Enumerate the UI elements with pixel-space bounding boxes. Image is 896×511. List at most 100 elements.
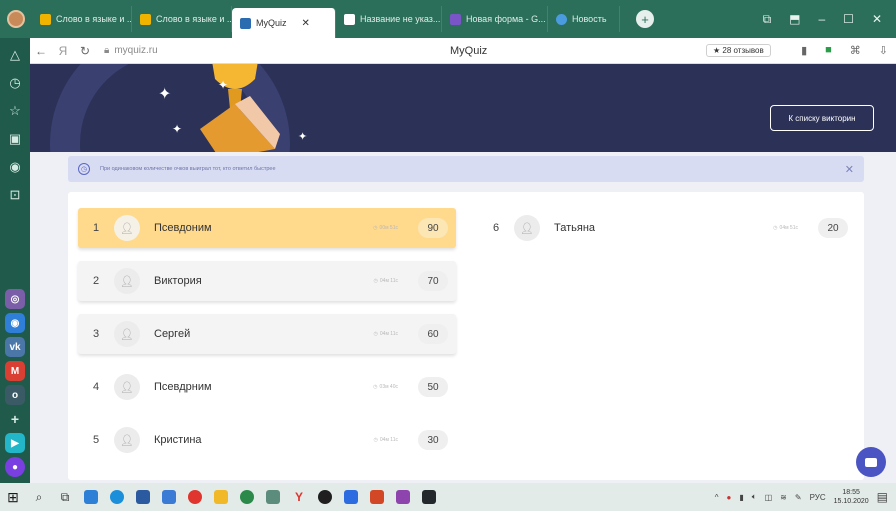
yandex-logo-icon[interactable]: Я (52, 44, 74, 58)
bookmarks-icon[interactable]: ☆ (4, 100, 26, 122)
pen-icon[interactable]: ✎ (795, 493, 802, 502)
clock-icon: ◷ (373, 331, 378, 337)
close-window-icon[interactable]: ✕ (872, 12, 882, 26)
close-tab-icon[interactable]: ✕ (302, 18, 310, 29)
leaderboard-row: 5 👤︎ Кристина ◷ 04м 11с 30 (78, 420, 456, 460)
bookmark-icon[interactable]: ▮ (801, 44, 807, 57)
profile-avatar[interactable] (0, 0, 32, 38)
taskbar-app-icon[interactable] (338, 483, 364, 511)
rank: 6 (492, 222, 500, 234)
browser-tab[interactable]: Слово в языке и ... (132, 6, 232, 32)
instagram-icon[interactable]: ◎ (5, 289, 25, 309)
odnoklassniki-icon[interactable]: o (5, 385, 25, 405)
add-app-icon[interactable]: + (5, 409, 25, 429)
favicon-icon (450, 13, 461, 25)
language-indicator[interactable]: РУС (810, 493, 826, 502)
taskbar-app-icon[interactable] (182, 483, 208, 511)
sparkle-icon: ✦ (218, 78, 229, 92)
favicon-icon (344, 13, 355, 25)
taskbar: ⊞ ⌕ ⧉ Y ^ ● ▮ 🔈︎ ◫ ≋ ✎ РУС 18:55 15.10.2… (0, 483, 896, 511)
time-taken: ◷ 04м 51с (773, 225, 798, 231)
taskbar-app-icon[interactable] (312, 483, 338, 511)
wifi-icon[interactable]: ≋ (780, 493, 787, 502)
browser-tab[interactable]: Название не указ... (336, 6, 442, 32)
tab-label: Название не указ... (360, 14, 441, 24)
taskbar-app-icon[interactable] (416, 483, 442, 511)
tabs-menu-icon[interactable]: ⧉ (763, 12, 772, 27)
lock-icon: 🔒︎ (104, 45, 110, 56)
windows-start-icon[interactable]: ⊞ (0, 483, 26, 511)
alerts-icon[interactable]: △ (4, 44, 26, 66)
back-arrow-icon[interactable]: ← (30, 44, 52, 58)
time-taken: ◷ 04м 11с (374, 437, 398, 443)
history-icon[interactable]: ◷ (4, 72, 26, 94)
extension-icon[interactable]: ■ (825, 44, 832, 57)
browser-tab[interactable]: Новая форма - G... (442, 6, 548, 32)
maximize-icon[interactable]: ☐ (843, 12, 854, 26)
reviews-badge[interactable]: ★ 28 отзывов (706, 44, 771, 57)
clock-icon: ◷ (373, 384, 378, 390)
participant-name: Псевдрним (154, 381, 212, 393)
user-icon: 👤︎ (114, 321, 140, 347)
minimize-icon[interactable]: – (818, 12, 825, 26)
collections-icon[interactable]: ▣ (4, 128, 26, 150)
task-view-icon[interactable]: ⧉ (52, 483, 78, 511)
taskbar-app-icon[interactable] (234, 483, 260, 511)
clock[interactable]: 18:55 15.10.2020 (834, 488, 869, 506)
download-icon[interactable]: ⇩ (879, 44, 888, 57)
time-text: 04м 51с (779, 225, 798, 231)
tray-app-icon[interactable]: ● (727, 493, 732, 502)
rank: 5 (92, 434, 100, 446)
media-icon[interactable]: ◉ (4, 156, 26, 178)
browser-tab[interactable]: Новость (548, 6, 620, 32)
close-notice-icon[interactable]: ✕ (845, 163, 854, 176)
clock-time: 18:55 (842, 489, 860, 496)
taskbar-app-icon[interactable] (390, 483, 416, 511)
taskbar-app-icon[interactable] (364, 483, 390, 511)
leaderboard-row: 2 👤︎ Виктория ◷ 04м 11с 70 (78, 261, 456, 301)
taskbar-app-icon[interactable] (260, 483, 286, 511)
tab-label: Новость (572, 14, 607, 24)
search-icon[interactable]: ⌕ (26, 483, 52, 511)
gmail-icon[interactable]: M (5, 361, 25, 381)
reload-icon[interactable]: ↻ (74, 44, 96, 58)
vk-icon[interactable]: vk (5, 337, 25, 357)
messenger-icon[interactable]: ◉ (5, 313, 25, 333)
participant-name: Виктория (154, 275, 202, 287)
network-icon[interactable]: ◫ (765, 493, 773, 502)
translate-icon[interactable]: ⌘ (850, 44, 861, 57)
browser-sidebar: △ ◷ ☆ ▣ ◉ ⊡ ◎ ◉ vk M o + ▶ ● (0, 38, 30, 483)
leaderboard-row: 4 👤︎ Псевдрним ◷ 03м 40с 50 (78, 367, 456, 407)
new-tab-icon[interactable]: + (636, 10, 654, 28)
taskbar-app-icon[interactable] (156, 483, 182, 511)
taskbar-app-icon[interactable]: Y (286, 483, 312, 511)
url-field[interactable]: 🔒︎ myquiz.ru (104, 45, 158, 56)
extensions-icon[interactable]: ⬒ (789, 12, 800, 26)
leaderboard-row: 6 👤︎ Татьяна ◷ 04м 51с 20 (478, 208, 856, 248)
volume-icon[interactable]: 🔈︎ (752, 492, 757, 502)
browser-tab[interactable]: Слово в языке и ... (32, 6, 132, 32)
battery-icon[interactable]: ▮ (739, 493, 743, 502)
window-controls: ⧉ ⬒ – ☐ ✕ (763, 12, 896, 27)
score-badge: 50 (418, 377, 448, 397)
user-icon: 👤︎ (114, 374, 140, 400)
taskbar-app-icon[interactable] (130, 483, 156, 511)
rank: 3 (92, 328, 100, 340)
time-taken: ◷ 04м 11с (374, 278, 398, 284)
chevron-up-icon[interactable]: ^ (715, 493, 719, 502)
clock-icon: ◷ (373, 225, 378, 231)
notifications-icon[interactable]: ▤ (877, 490, 888, 504)
taskbar-app-icon[interactable] (78, 483, 104, 511)
alice-icon[interactable]: ● (5, 457, 25, 477)
score-badge: 70 (418, 271, 448, 291)
browser-tab-active[interactable]: MyQuiz ✕ (232, 8, 336, 38)
apps-icon[interactable]: ⊡ (4, 184, 26, 206)
tab-label: Слово в языке и ... (156, 14, 232, 24)
play-icon[interactable]: ▶ (5, 433, 25, 453)
user-icon: 👤︎ (114, 215, 140, 241)
taskbar-app-icon[interactable] (208, 483, 234, 511)
taskbar-app-icon[interactable] (104, 483, 130, 511)
chat-button[interactable] (856, 447, 886, 477)
back-to-quizzes-button[interactable]: К списку викторин (770, 105, 874, 131)
leaderboard-row: 3 👤︎ Сергей ◷ 04м 11с 60 (78, 314, 456, 354)
